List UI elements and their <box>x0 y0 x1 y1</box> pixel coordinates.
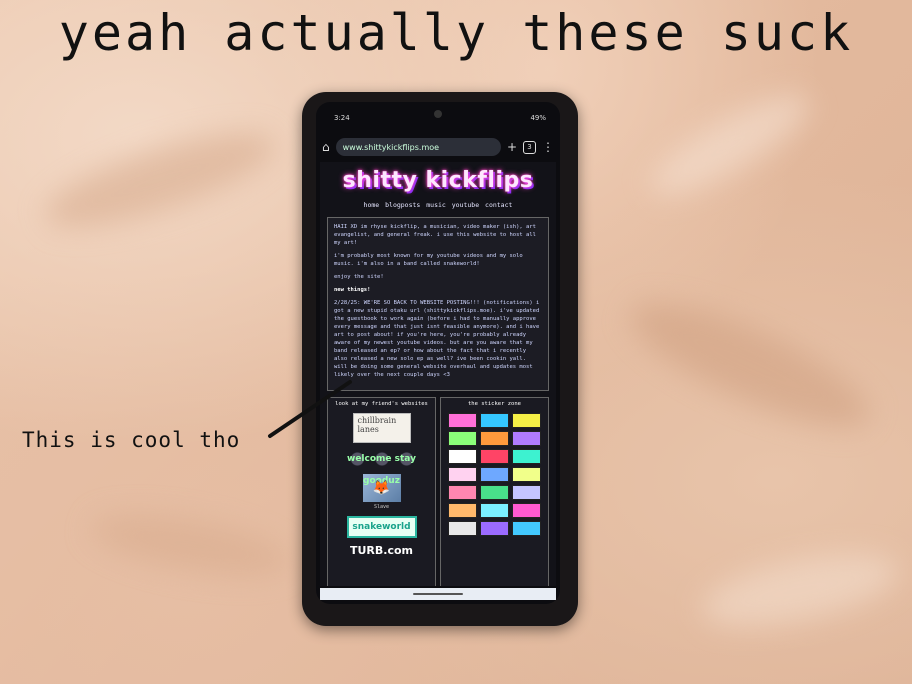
pointer-line <box>268 380 352 438</box>
pointer-stroke <box>268 380 352 438</box>
caption-text: This is cool tho <box>22 428 241 452</box>
